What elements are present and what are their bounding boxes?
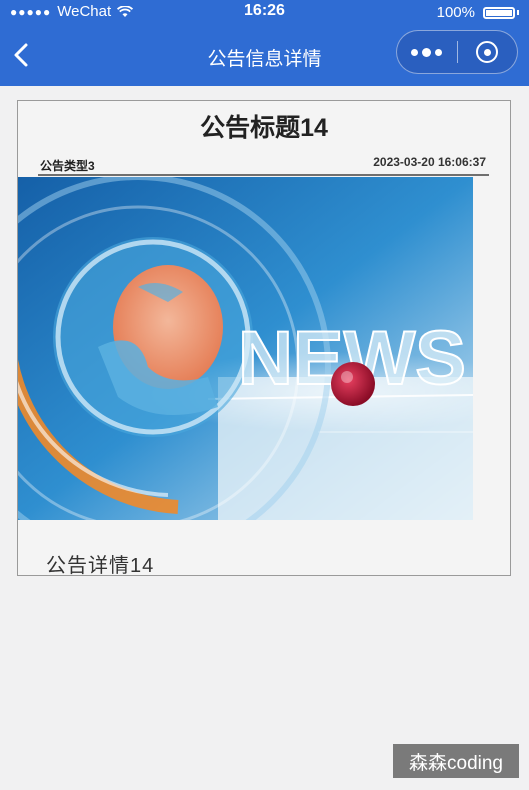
more-dots-icon-right (435, 48, 443, 56)
close-mini-program-button[interactable] (457, 41, 517, 63)
mini-program-capsule (396, 30, 518, 74)
more-button[interactable] (397, 47, 457, 57)
notice-type: 公告类型3 (40, 159, 95, 173)
navigation-bar: 公告信息详情 (0, 26, 529, 86)
target-circle-icon (476, 41, 499, 63)
news-banner-image: NEWS (18, 177, 473, 520)
more-dots-icon (411, 48, 419, 56)
meta-divider (38, 174, 489, 176)
status-bar: ●●●●● WeChat 16:26 100% (0, 0, 529, 26)
notice-card: 公告标题14 公告类型3 2023-03-20 16:06:37 NEWS 公告… (17, 100, 511, 577)
battery-icon (483, 6, 515, 19)
watermark: 森森coding (393, 744, 519, 778)
notice-title: 公告标题14 (200, 114, 328, 142)
notice-image: NEWS (18, 177, 473, 520)
more-dots-icon-center (422, 47, 432, 57)
notice-datetime: 2023-03-20 16:06:37 (373, 155, 486, 169)
notice-detail: 公告详情14 (46, 555, 155, 577)
battery-percent: 100% (436, 4, 475, 21)
battery-nub (517, 10, 519, 15)
status-right: 100% (437, 4, 519, 21)
